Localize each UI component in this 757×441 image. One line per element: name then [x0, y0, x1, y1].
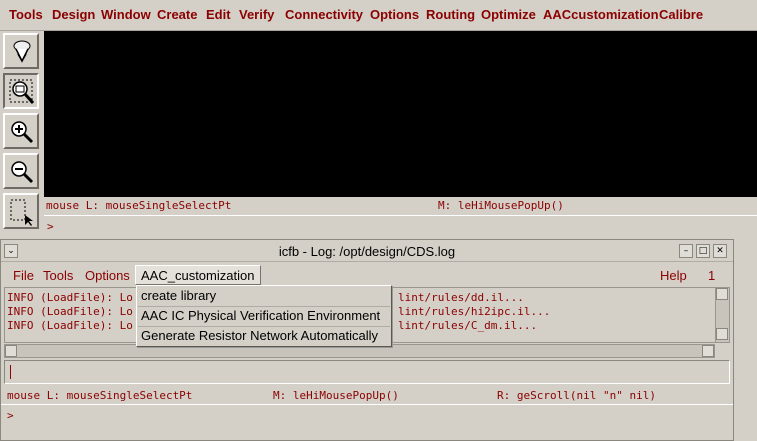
- zoom-fit-button[interactable]: [3, 73, 39, 109]
- ciw-menu-options[interactable]: Options: [85, 268, 130, 283]
- layout-mouse-status: mouse L: mouseSingleSelectPt M: leHiMous…: [44, 197, 757, 214]
- status-middle-binding: M: leHiMousePopUp(): [438, 199, 564, 212]
- menu-window[interactable]: Window: [101, 7, 151, 22]
- ciw-titlebar[interactable]: ⌄ icfb - Log: /opt/design/CDS.log – □ ✕: [1, 240, 733, 262]
- log-line: INFO (LoadFile): Lo: [7, 319, 133, 332]
- log-line-tail: lint/rules/dd.il...: [398, 291, 524, 304]
- status-left-binding: mouse L: mouseSingleSelectPt: [46, 199, 232, 212]
- ciw-menubar: File Tools Options AAC_customization Hel…: [1, 262, 733, 287]
- zoom-in-button[interactable]: [3, 113, 39, 149]
- menu-verify[interactable]: Verify: [239, 7, 274, 22]
- menu-tools[interactable]: Tools: [9, 7, 43, 22]
- menu-aaccustomization[interactable]: AACcustomization: [543, 7, 659, 22]
- layout-menubar: Tools Design Window Create Edit Verify C…: [0, 0, 757, 31]
- menu-connectivity[interactable]: Connectivity: [285, 7, 363, 22]
- layout-toolbar: [0, 31, 44, 231]
- log-line: INFO (LoadFile): Lo: [7, 291, 133, 304]
- minimize-icon[interactable]: –: [679, 244, 693, 258]
- ciw-prompt-line[interactable]: >: [1, 404, 733, 424]
- ciw-menu-aac-customization[interactable]: AAC_customization: [135, 265, 262, 285]
- zoom-in-icon: [11, 121, 34, 144]
- log-line-tail: lint/rules/C_dm.il...: [398, 319, 538, 332]
- desktop-background: [734, 239, 757, 441]
- menu-routing[interactable]: Routing: [426, 7, 475, 22]
- scroll-down-icon[interactable]: [716, 328, 728, 340]
- ciw-title: icfb - Log: /opt/design/CDS.log: [278, 244, 456, 259]
- text-caret: [10, 365, 11, 379]
- select-box-icon: [10, 199, 33, 226]
- scroll-right-icon[interactable]: [702, 345, 714, 357]
- ciw-command-input[interactable]: [4, 360, 730, 384]
- status-right-binding: R: geScroll(nil "n" nil): [497, 389, 656, 402]
- prompt-symbol: >: [7, 409, 14, 422]
- menu-calibre[interactable]: Calibre: [659, 7, 703, 22]
- log-line: INFO (LoadFile): Lo: [7, 305, 133, 318]
- ciw-menu-file[interactable]: File: [13, 268, 34, 283]
- menu-design[interactable]: Design: [52, 7, 95, 22]
- menu-options[interactable]: Options: [370, 7, 419, 22]
- menu-item-generate-resistor-network[interactable]: Generate Resistor Network Automatically: [138, 327, 390, 347]
- ciw-mouse-status: mouse L: mouseSingleSelectPt M: leHiMous…: [1, 386, 733, 404]
- save-button[interactable]: [3, 33, 39, 69]
- menu-create[interactable]: Create: [157, 7, 197, 22]
- aac-customization-dropdown: create library AAC IC Physical Verificat…: [136, 285, 392, 347]
- maximize-icon[interactable]: □: [696, 244, 710, 258]
- zoom-fit-icon: [9, 79, 35, 104]
- layout-command-line[interactable]: >: [44, 215, 757, 236]
- menu-item-create-library[interactable]: create library: [138, 287, 390, 307]
- close-icon[interactable]: ✕: [713, 244, 727, 258]
- menu-item-aac-physical-verification[interactable]: AAC IC Physical Verification Environment: [138, 307, 390, 327]
- zoom-out-icon: [11, 161, 34, 184]
- ciw-vertical-scrollbar[interactable]: [715, 288, 729, 342]
- scroll-up-icon[interactable]: [716, 288, 728, 300]
- menu-edit[interactable]: Edit: [206, 7, 231, 22]
- ciw-menu-tools[interactable]: Tools: [43, 268, 73, 283]
- log-line-tail: lint/rules/hi2ipc.il...: [398, 305, 551, 318]
- ciw-command-number: 1: [708, 268, 716, 283]
- prompt-symbol: >: [47, 220, 54, 233]
- status-left-binding: mouse L: mouseSingleSelectPt: [7, 389, 193, 402]
- ciw-menu-help[interactable]: Help: [660, 268, 687, 283]
- menu-optimize[interactable]: Optimize: [481, 7, 536, 22]
- status-middle-binding: M: leHiMousePopUp(): [273, 389, 399, 402]
- select-box-button[interactable]: [3, 193, 39, 229]
- save-down-icon: [13, 40, 31, 63]
- scroll-left-icon[interactable]: [5, 345, 17, 357]
- zoom-out-button[interactable]: [3, 153, 39, 189]
- layout-canvas[interactable]: [44, 31, 757, 197]
